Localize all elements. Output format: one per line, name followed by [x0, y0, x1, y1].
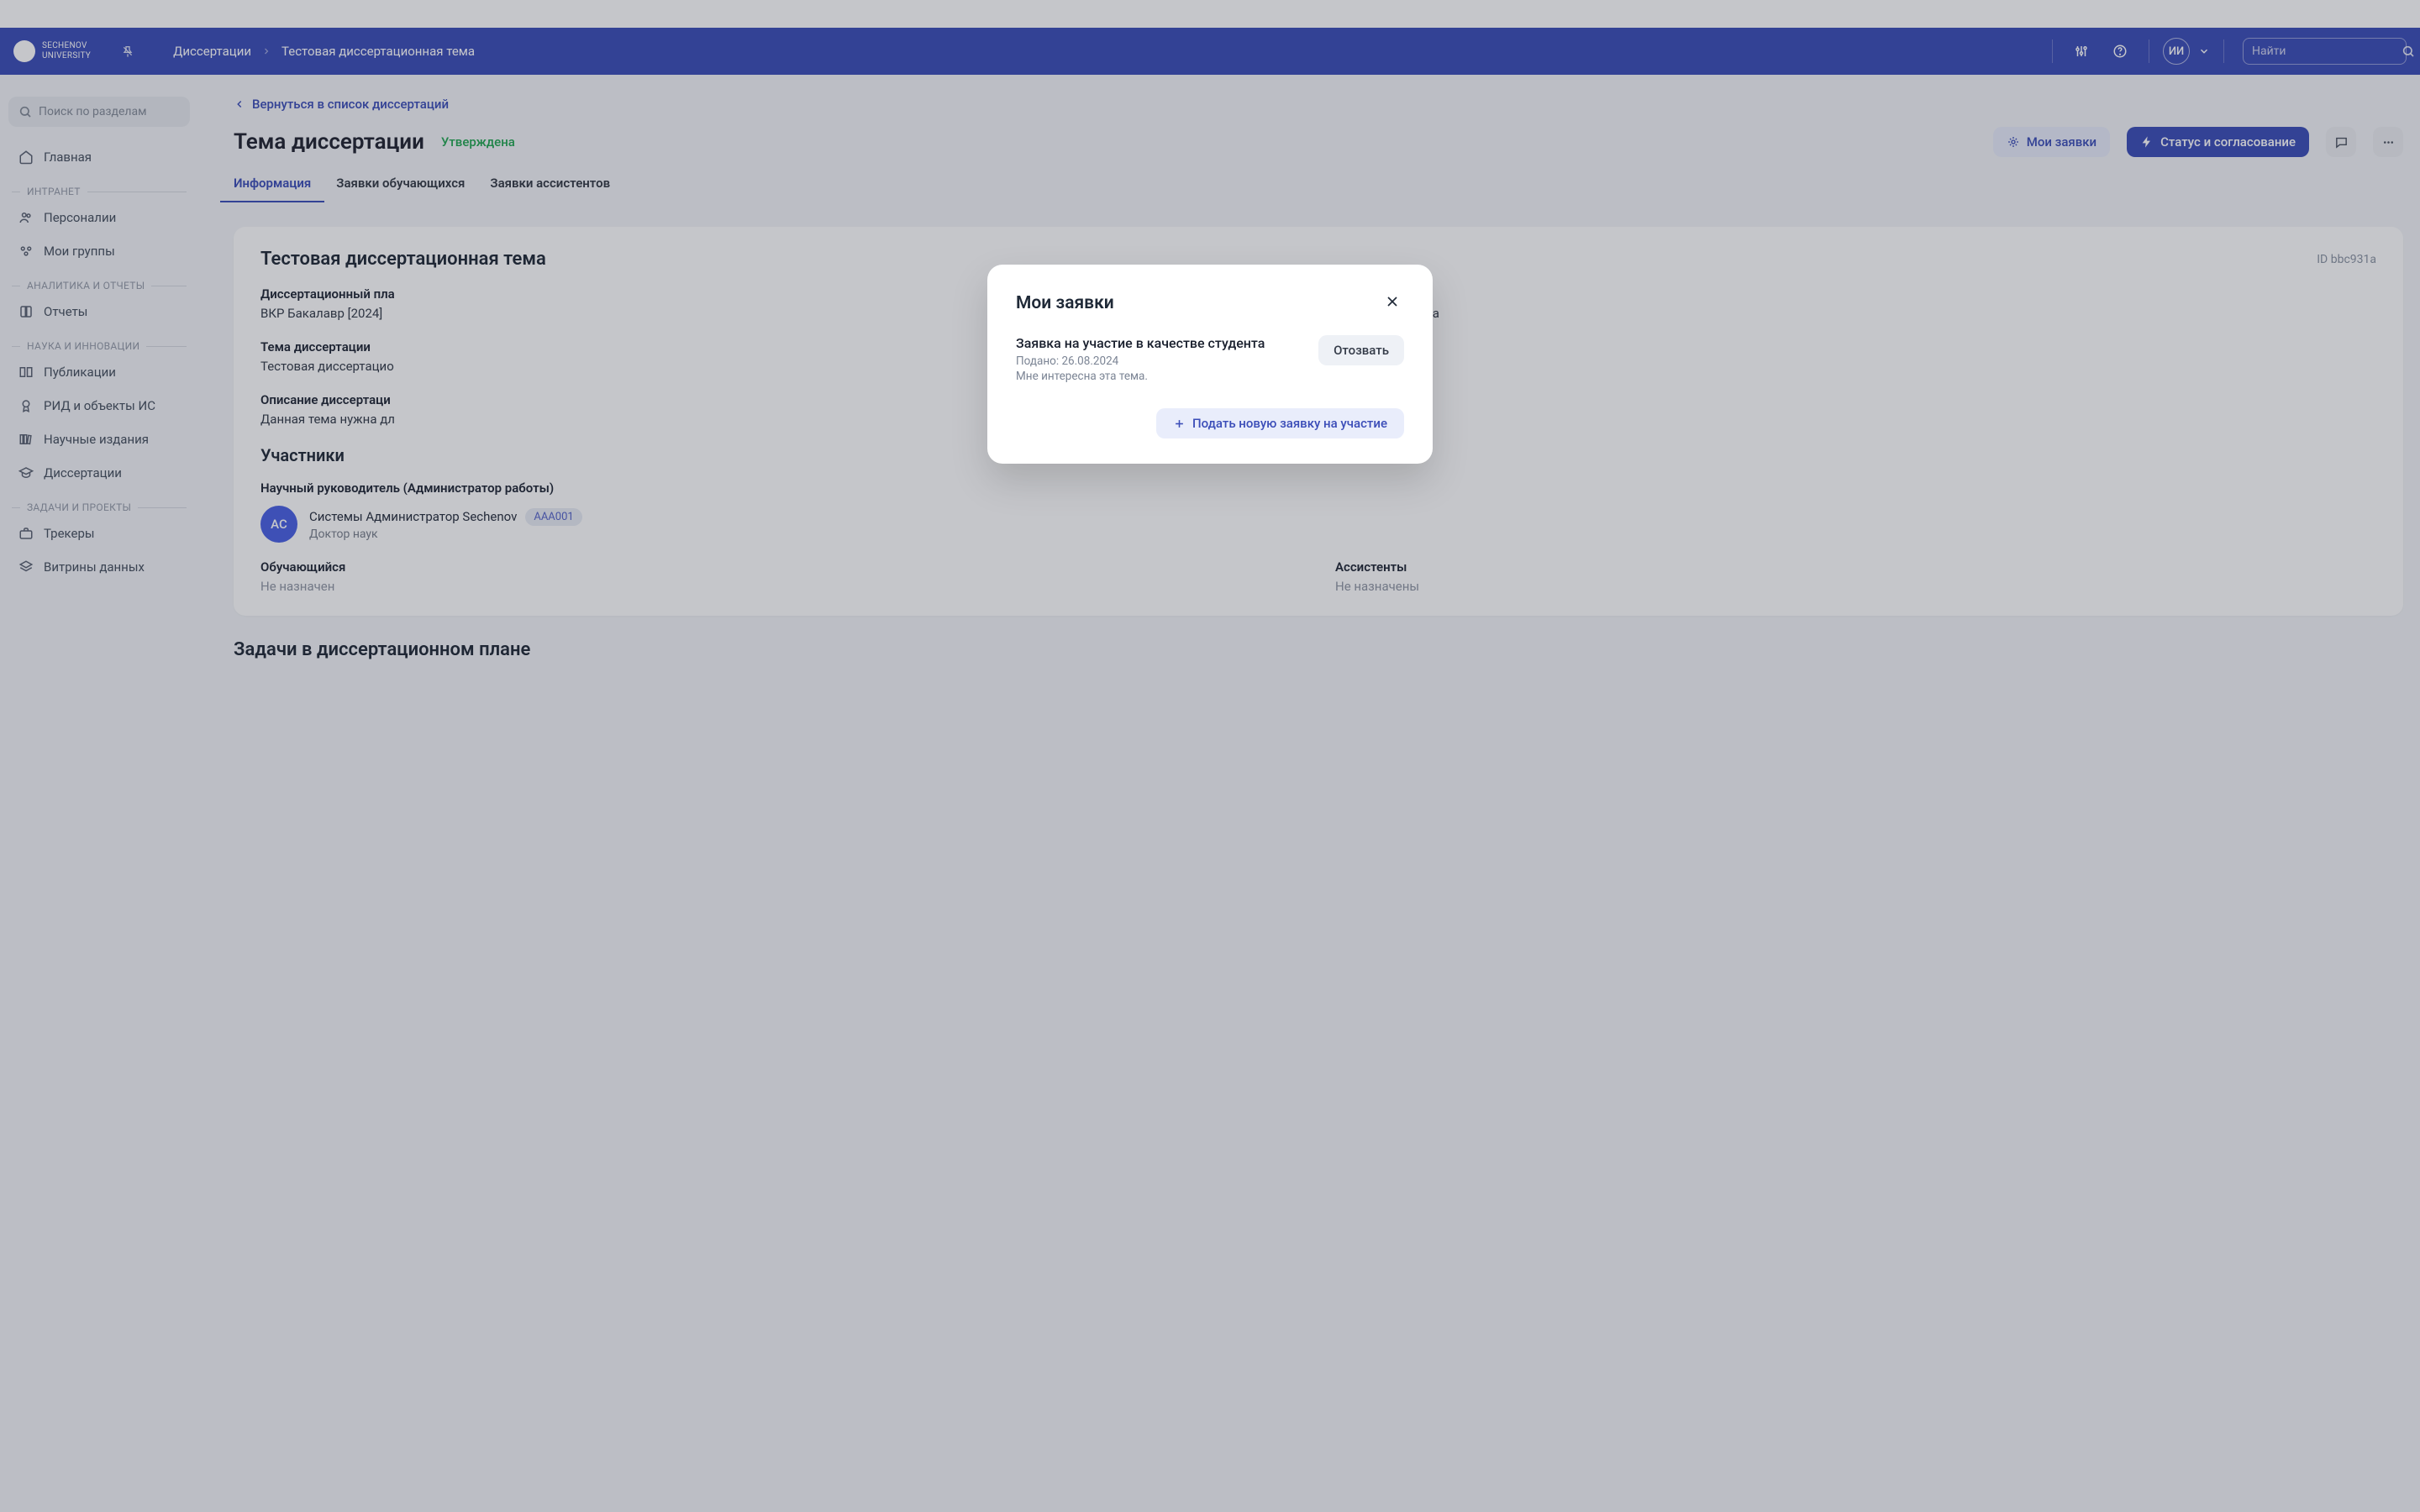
plus-icon — [1173, 417, 1186, 430]
modal-title: Мои заявки — [1016, 293, 1114, 313]
close-icon[interactable] — [1384, 293, 1404, 313]
application-row: Заявка на участие в качестве студента По… — [1016, 335, 1404, 383]
application-submitted: Подано: 26.08.2024 — [1016, 354, 1265, 368]
application-note: Мне интересна эта тема. — [1016, 370, 1265, 383]
my-applications-modal: Мои заявки Заявка на участие в качестве … — [987, 265, 1433, 464]
application-title: Заявка на участие в качестве студента — [1016, 335, 1265, 351]
recall-button[interactable]: Отозвать — [1318, 335, 1404, 365]
modal-overlay[interactable]: Мои заявки Заявка на участие в качестве … — [0, 0, 2420, 1512]
new-application-button[interactable]: Подать новую заявку на участие — [1156, 408, 1404, 438]
